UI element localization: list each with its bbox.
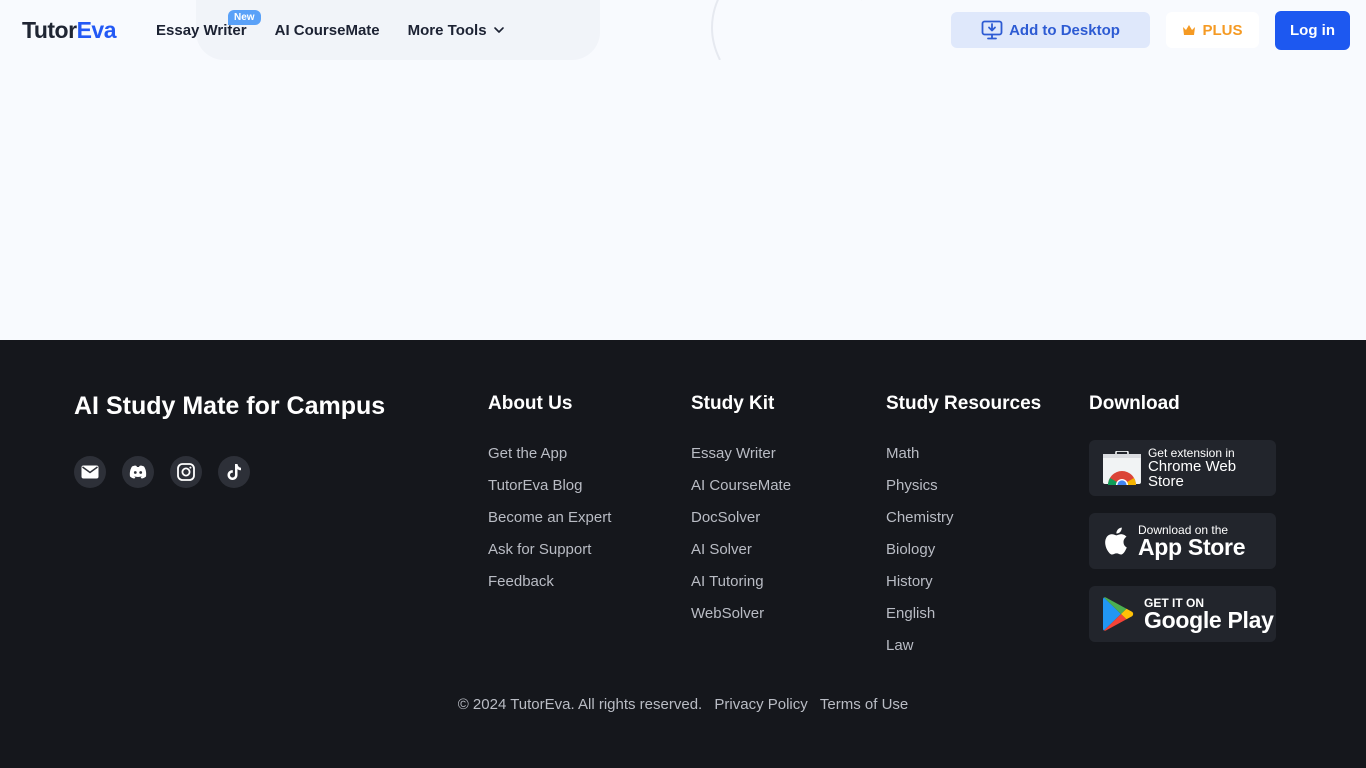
chrome-store-line2: Chrome Web Store [1147,458,1237,490]
add-to-desktop-button[interactable]: Add to Desktop [951,12,1150,48]
footer-link-law[interactable]: Law [886,630,1041,662]
footer-column-download: Download Get extension in Chrome Web Sto… [1089,392,1276,659]
google-play-line2: Google Play [1144,606,1274,633]
logo-text-tutor: Tutor [22,16,77,43]
login-button[interactable]: Log in [1275,11,1350,50]
social-links [74,456,266,488]
tiktok-icon [227,464,241,480]
footer-column-title: About Us [488,393,573,414]
decorative-arc [711,0,862,60]
copyright-text: © 2024 TutorEva. All rights reserved. [457,696,703,713]
footer-link-ai-coursemate[interactable]: AI CourseMate [691,470,791,502]
footer-link-feedback[interactable]: Feedback [488,566,611,598]
desktop-download-icon [981,20,1003,40]
instagram-link[interactable] [170,456,202,488]
mail-link[interactable] [74,456,106,488]
tiktok-link[interactable] [218,456,250,488]
logo-text-eva: Eva [76,16,117,43]
app-store-line2: App Store [1138,533,1246,560]
footer-link-physics[interactable]: Physics [886,470,1041,502]
instagram-icon [177,463,195,481]
footer-link-get-the-app[interactable]: Get the App [488,438,611,470]
apple-icon [1105,527,1127,555]
footer-link-websolver[interactable]: WebSolver [691,598,791,630]
footer-link-become-an-expert[interactable]: Become an Expert [488,502,611,534]
footer-column-study-resources: Study Resources Math Physics Chemistry B… [886,392,1041,662]
privacy-policy-link[interactable]: Privacy Policy [714,696,807,713]
footer-link-ask-for-support[interactable]: Ask for Support [488,534,611,566]
footer-column-study-kit: Study Kit Essay Writer AI CourseMate Doc… [691,392,791,630]
crown-icon [1183,25,1196,35]
google-play-button[interactable]: GET IT ON Google Play [1089,586,1276,642]
tutoreva-logo[interactable]: Tutor Eva [22,15,117,45]
footer-column-about: About Us Get the App TutorEva Blog Becom… [488,392,611,598]
footer-tagline: AI Study Mate for Campus [74,392,386,420]
footer-link-tutoreva-blog[interactable]: TutorEva Blog [488,470,611,502]
terms-of-use-link[interactable]: Terms of Use [820,696,908,713]
footer-bottom-bar: © 2024 TutorEva. All rights reserved. Pr… [0,696,1366,713]
nav-essay-writer[interactable]: Essay Writer New [156,9,261,39]
app-store-button[interactable]: Download on the App Store [1089,513,1276,569]
nav-more-tools[interactable]: More Tools [408,22,505,39]
nav-ai-coursemate-label: AI CourseMate [274,21,380,39]
site-footer: AI Study Mate for Campus About Us Get th… [0,340,1366,768]
footer-link-essay-writer[interactable]: Essay Writer [691,438,791,470]
nav-more-tools-label: More Tools [407,21,487,39]
nav-ai-coursemate[interactable]: AI CourseMate [275,22,380,39]
discord-icon [129,465,147,479]
footer-link-math[interactable]: Math [886,438,1041,470]
login-label: Log in [1290,22,1335,39]
main-nav: Essay Writer New AI CourseMate More Tool… [156,9,533,42]
footer-column-title: Study Kit [691,393,775,414]
footer-column-title: Study Resources [886,393,1042,414]
footer-link-ai-tutoring[interactable]: AI Tutoring [691,566,791,598]
plus-button[interactable]: PLUS [1166,12,1259,48]
top-navbar: Tutor Eva Essay Writer New AI CourseMate … [0,0,1366,60]
footer-link-biology[interactable]: Biology [886,534,1041,566]
mail-icon [81,465,99,479]
footer-link-history[interactable]: History [886,566,1041,598]
footer-link-english[interactable]: English [886,598,1041,630]
footer-link-docsolver[interactable]: DocSolver [691,502,791,534]
plus-label: PLUS [1202,21,1243,39]
footer-column-title: Download [1089,393,1180,414]
google-play-icon [1103,597,1134,631]
chevron-down-icon [493,27,504,33]
chrome-store-icon [1102,451,1141,485]
new-badge: New [228,9,261,25]
add-to-desktop-label: Add to Desktop [1009,21,1120,39]
footer-link-ai-solver[interactable]: AI Solver [691,534,791,566]
chrome-web-store-button[interactable]: Get extension in Chrome Web Store [1089,440,1276,496]
footer-link-chemistry[interactable]: Chemistry [886,502,1041,534]
discord-link[interactable] [122,456,154,488]
